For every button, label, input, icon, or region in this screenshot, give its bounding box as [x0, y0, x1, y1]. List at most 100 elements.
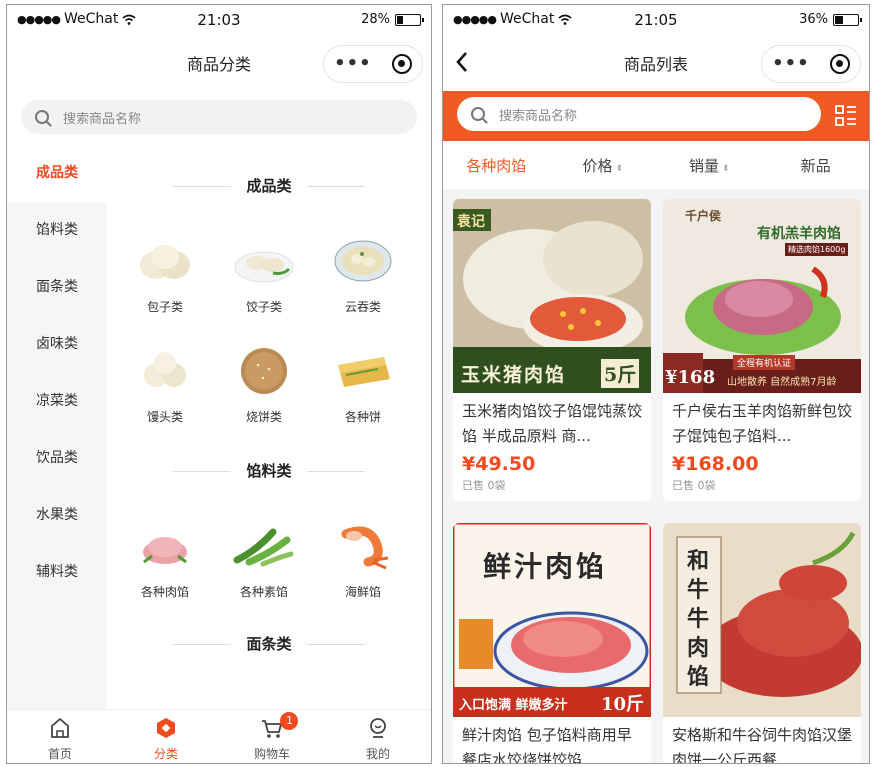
- product-card[interactable]: 袁记 玉米猪肉馅 5斤 玉米猪肉馅饺子馅馄饨蒸饺馅 半成品原料 商... ¥49…: [453, 199, 651, 501]
- sort-sales[interactable]: 销量 ⬍: [656, 155, 763, 176]
- product-list-screen: ●●●●● WeChat 21:05 36% 商品列表 ••• 搜索商品名称 各…: [442, 4, 870, 764]
- product-image-brand: 袁记: [457, 214, 485, 230]
- product-image: 鲜汁肉馅 入口饱满 鲜嫩多汁 10斤: [453, 523, 651, 717]
- sort-arrows-icon: ⬍: [615, 163, 624, 174]
- suxian-image: [233, 528, 294, 567]
- section-title: 面条类: [107, 633, 431, 654]
- category-sidebar: 成品类 馅料类 面条类 卤味类 凉菜类 饮品类 水果类 辅料类: [7, 145, 107, 709]
- product-image-price: ¥168: [665, 367, 716, 388]
- sort-category[interactable]: 各种肉馅: [443, 155, 550, 176]
- product-name: 安格斯和牛谷饲牛肉馅汉堡肉饼一公斤西餐: [672, 726, 853, 764]
- category-content: 成品类 包子类 饺子类 云吞类 馒头类 烧饼类 各种饼 馅料类 各种肉馅 各种素…: [107, 145, 431, 709]
- section-title: 馅料类: [107, 460, 431, 481]
- category-icon: [157, 718, 175, 738]
- subcategory-label: 海鲜馅: [344, 585, 381, 599]
- search-input[interactable]: 搜索商品名称: [457, 97, 821, 131]
- tab-profile[interactable]: 我的: [325, 710, 431, 763]
- search-input[interactable]: 搜索商品名称: [21, 100, 417, 134]
- layout-toggle-icon[interactable]: [835, 104, 857, 128]
- sort-new[interactable]: 新品: [763, 155, 870, 176]
- battery-percent: 28%: [361, 12, 390, 27]
- product-card[interactable]: 鲜汁肉馅 入口饱满 鲜嫩多汁 10斤 鲜汁肉馅 包子馅料商用早餐店水饺烧饼饺馅: [453, 523, 651, 763]
- sort-price-label: 价格: [582, 156, 613, 175]
- home-icon: [51, 718, 69, 738]
- sort-bar: 各种肉馅 价格 ⬍ 销量 ⬍ 新品: [443, 141, 869, 189]
- product-image-badge: 全程有机认证: [733, 355, 796, 370]
- category-body: 成品类 馅料类 面条类 卤味类 凉菜类 饮品类 水果类 辅料类 成品类 包子类 …: [7, 145, 431, 709]
- sidebar-item-chengpin[interactable]: 成品类: [7, 145, 107, 202]
- tab-home[interactable]: 首页: [7, 710, 113, 763]
- subcategory-label: 馒头类: [146, 410, 183, 424]
- status-bar: ●●●●● WeChat 21:03 28%: [7, 5, 431, 35]
- sort-arrows-icon: ⬍: [721, 163, 730, 174]
- subcategory-label: 包子类: [146, 300, 183, 314]
- sidebar-item-yinpin[interactable]: 饮品类: [7, 430, 107, 487]
- sidebar-item-liangcai[interactable]: 凉菜类: [7, 373, 107, 430]
- tab-cart[interactable]: 1 购物车: [219, 710, 325, 763]
- product-image-net: 精选肉馅1600g: [785, 243, 849, 256]
- subcategory-gezhongbing[interactable]: 各种饼: [313, 345, 413, 425]
- product-sold: 已售 0袋: [462, 479, 506, 492]
- search-icon: [471, 107, 485, 121]
- product-image-title: 玉米猪肉馅: [461, 364, 567, 386]
- subcategory-label: 云吞类: [344, 300, 381, 314]
- subcategory-haixian[interactable]: 海鲜馅: [313, 520, 413, 600]
- subcategory-label: 烧饼类: [245, 410, 282, 424]
- product-name: 千户侯右玉羊肉馅新鲜包饺子馄饨包子馅料...: [672, 402, 853, 445]
- sort-sales-label: 销量: [688, 156, 719, 175]
- bing-image: [338, 357, 390, 387]
- product-image: 千户侯 有机羔羊肉馅 精选肉馅1600g 全程有机认证 ¥168 山地散养 自然…: [663, 199, 861, 393]
- product-image-title: 有机羔羊肉馅: [757, 226, 841, 242]
- search-placeholder: 搜索商品名称: [499, 108, 578, 124]
- subcategory-label: 各种素馅: [239, 585, 288, 599]
- more-icon[interactable]: •••: [334, 55, 372, 73]
- mini-program-capsule: •••: [323, 45, 423, 83]
- sidebar-item-shuiguo[interactable]: 水果类: [7, 487, 107, 544]
- mantou-image: [144, 352, 186, 387]
- close-miniprogram-icon[interactable]: [829, 54, 850, 74]
- yuntun-image: [334, 240, 392, 282]
- tab-category[interactable]: 分类: [113, 710, 219, 763]
- product-card[interactable]: 和牛牛肉馅 安格斯和牛谷饲牛肉馅汉堡肉饼一公斤西餐: [663, 523, 861, 764]
- sort-price[interactable]: 价格 ⬍: [550, 155, 657, 176]
- product-image: 袁记 玉米猪肉馅 5斤: [453, 199, 651, 393]
- section-title: 成品类: [107, 175, 431, 196]
- subcategory-suxian[interactable]: 各种素馅: [214, 520, 314, 600]
- haixian-image: [341, 526, 389, 570]
- more-icon[interactable]: •••: [772, 55, 810, 73]
- product-card[interactable]: 千户侯 有机羔羊肉馅 精选肉馅1600g 全程有机认证 ¥168 山地散养 自然…: [663, 199, 861, 501]
- battery-icon: [833, 13, 862, 26]
- product-image-banner: 入口饱满 鲜嫩多汁: [459, 698, 568, 713]
- subcategory-yuntun[interactable]: 云吞类: [313, 235, 413, 315]
- search-bar: 搜索商品名称: [443, 91, 869, 141]
- sidebar-item-miantiao[interactable]: 面条类: [7, 259, 107, 316]
- product-image: 和牛牛肉馅: [663, 523, 861, 717]
- tab-label: 分类: [153, 747, 178, 761]
- jiaozi-image: [234, 251, 294, 283]
- tab-bar: 首页 分类 1 购物车 我的: [7, 709, 431, 763]
- subcategory-rouxian[interactable]: 各种肉馅: [115, 520, 215, 600]
- battery-percent: 36%: [799, 12, 828, 27]
- subcategory-shaobing[interactable]: 烧饼类: [214, 345, 314, 425]
- nav-bar: 商品分类 •••: [7, 35, 431, 91]
- category-screen: ●●●●● WeChat 21:03 28% 商品分类 ••• 搜索商品名称 成…: [6, 4, 432, 764]
- tab-label: 购物车: [253, 747, 290, 761]
- close-miniprogram-icon[interactable]: [391, 54, 412, 74]
- search-placeholder: 搜索商品名称: [63, 111, 142, 127]
- product-image-qty: 5斤: [601, 359, 640, 388]
- battery-icon: [395, 13, 424, 26]
- product-sold: 已售 0袋: [672, 479, 716, 492]
- product-grid: 袁记 玉米猪肉馅 5斤 玉米猪肉馅饺子馅馄饨蒸饺馅 半成品原料 商... ¥49…: [443, 189, 869, 763]
- search-icon: [35, 110, 49, 124]
- nav-bar: 商品列表 •••: [443, 35, 869, 91]
- subcategory-label: 各种肉馅: [140, 585, 189, 599]
- sidebar-item-xianliao[interactable]: 馅料类: [7, 202, 107, 259]
- subcategory-mantou[interactable]: 馒头类: [115, 345, 215, 425]
- sidebar-item-fuliao[interactable]: 辅料类: [7, 544, 107, 601]
- sidebar-item-luwei[interactable]: 卤味类: [7, 316, 107, 373]
- product-image-tags: 山地散养 自然成熟7月龄: [727, 377, 837, 388]
- subcategory-jiaozi[interactable]: 饺子类: [214, 235, 314, 315]
- subcategory-baozi[interactable]: 包子类: [115, 235, 215, 315]
- subcategory-label: 各种饼: [344, 410, 381, 424]
- mini-program-capsule: •••: [761, 45, 861, 83]
